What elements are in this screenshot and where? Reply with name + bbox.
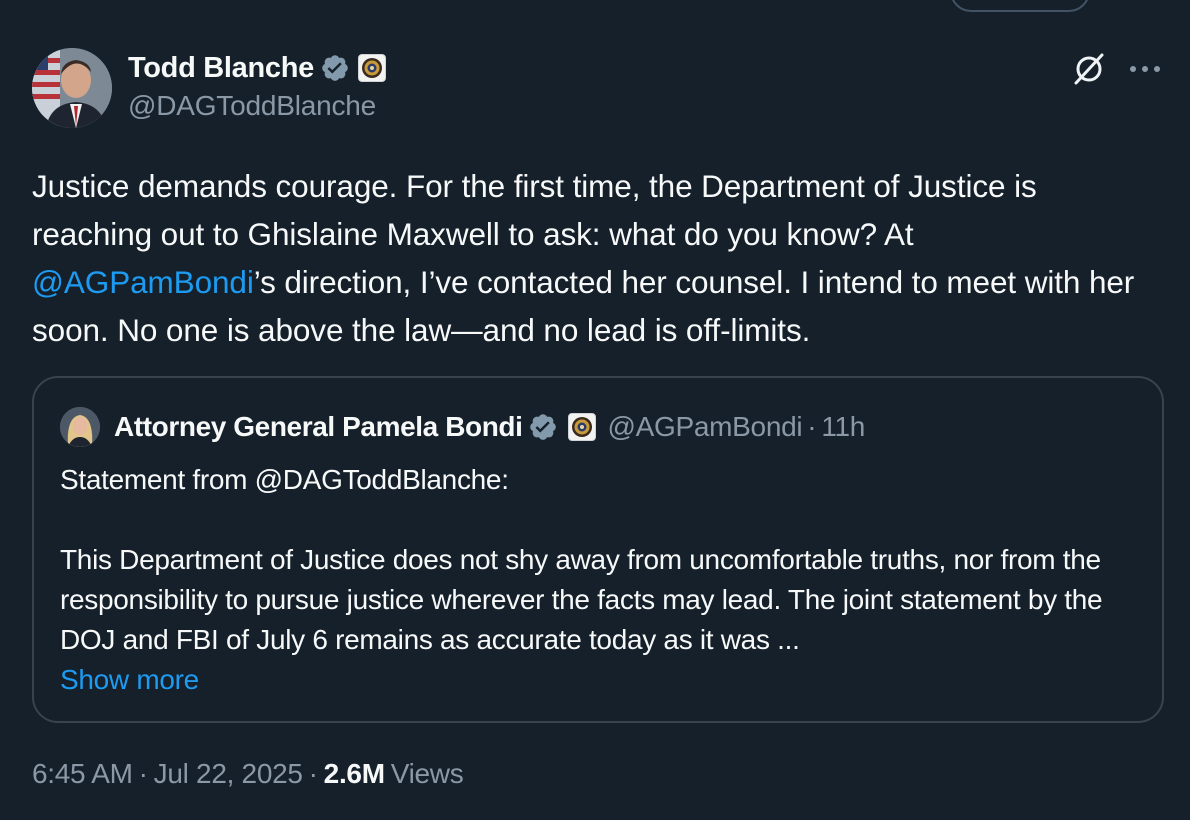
grok-icon[interactable] [1070,50,1108,88]
meta-separator: · [138,758,148,789]
verified-badge-icon [322,55,348,81]
quoted-timestamp[interactable]: 11h [821,411,865,443]
author-name-row: Todd Blanche [128,48,386,88]
quoted-body: Statement from @DAGToddBlanche: This Dep… [60,460,1145,700]
author-display-name[interactable]: Todd Blanche [128,52,314,85]
doj-seal-icon[interactable] [357,54,386,82]
tweet-page: Todd Blanche @DAGToddBlanche Justice dem… [0,0,1190,820]
tweet-meta: 6:45 AM · Jul 22, 2025 · 2.6M Views [32,758,464,790]
quoted-line1: Statement from @DAGToddBlanche: [60,464,509,495]
doj-seal-icon[interactable] [567,413,596,441]
quoted-header: Attorney General Pamela Bondi @AGPamBond… [60,406,865,448]
tweet-time[interactable]: 6:45 AM [32,758,133,790]
tweet-text: Justice demands courage. For the first t… [32,162,1162,354]
views-label[interactable]: Views [391,758,464,790]
tweet-date[interactable]: Jul 22, 2025 [154,758,303,790]
meta-separator: · [308,758,318,789]
quoted-handle[interactable]: @AGPamBondi [608,411,803,443]
verified-badge-icon [529,414,556,440]
quoted-display-name[interactable]: Attorney General Pamela Bondi [114,411,523,443]
more-icon[interactable] [1126,52,1164,86]
mention-link[interactable]: @AGPamBondi [32,264,254,300]
author-avatar[interactable] [32,48,112,128]
quoted-tweet[interactable]: Attorney General Pamela Bondi @AGPamBond… [32,376,1164,723]
views-count[interactable]: 2.6M [324,758,385,790]
quoted-avatar[interactable] [60,407,100,447]
author-handle[interactable]: @DAGToddBlanche [128,90,386,122]
show-more-link[interactable]: Show more [60,660,199,700]
tweet-text-part1: Justice demands courage. For the first t… [32,168,1037,252]
author-block[interactable]: Todd Blanche @DAGToddBlanche [128,48,386,122]
quoted-text: This Department of Justice does not shy … [60,544,1103,655]
top-button-edge[interactable] [950,0,1090,12]
quoted-separator: · [807,411,817,442]
